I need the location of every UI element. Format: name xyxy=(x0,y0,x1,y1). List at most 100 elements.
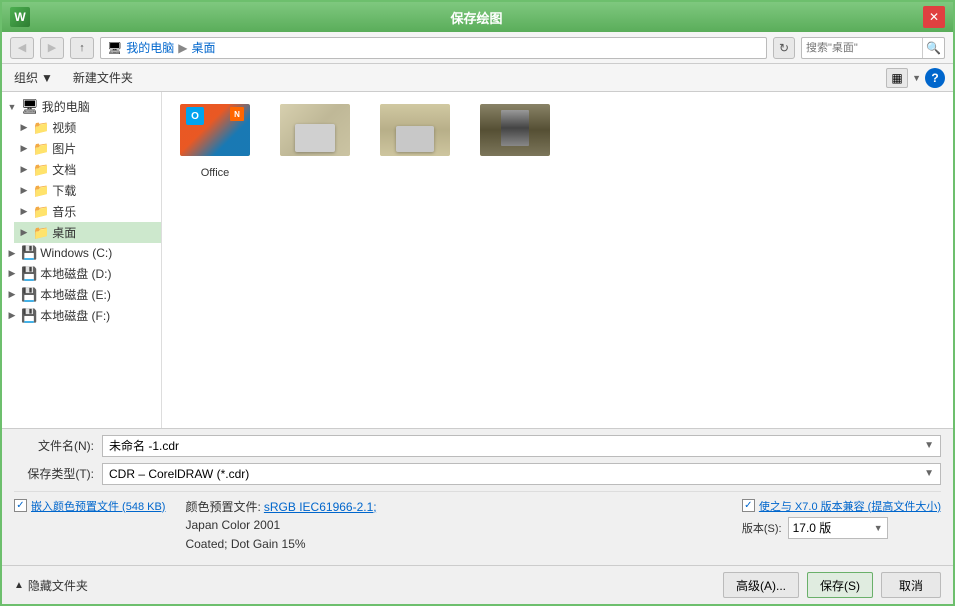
sidebar-item-music[interactable]: ▶ 📁 音乐 xyxy=(14,201,161,222)
filename-label: 文件名(N): xyxy=(14,437,94,454)
expand-music[interactable]: ▶ xyxy=(18,206,30,218)
locale-label: 本地磁盘 (E:) xyxy=(40,286,111,303)
action-bar: 组织 ▼ 新建文件夹 ▦ ▼ ? xyxy=(2,64,953,92)
sidebar-item-localf[interactable]: ▶ 💾 本地磁盘 (F:) xyxy=(2,305,161,326)
breadcrumb-desktop[interactable]: 桌面 xyxy=(191,39,215,56)
embed-group: 嵌入颜色预置文件 (548 KB) xyxy=(14,498,165,514)
advanced-button[interactable]: 高级(A)... xyxy=(723,572,799,598)
new-folder-button[interactable]: 新建文件夹 xyxy=(69,67,137,88)
computer-icon: 🖥 xyxy=(21,98,39,115)
sidebar-item-desktop[interactable]: ▶ 📁 桌面 xyxy=(14,222,161,243)
new-folder-label: 新建文件夹 xyxy=(73,69,133,86)
window-title: 保存绘图 xyxy=(30,8,923,27)
up-button[interactable]: ↑ xyxy=(70,37,94,59)
save-button[interactable]: 保存(S) xyxy=(807,572,873,598)
cancel-button[interactable]: 取消 xyxy=(881,572,941,598)
color-profile-area: 颜色预置文件: sRGB IEC61966-2.1; Japan Color 2… xyxy=(185,498,376,554)
color-profile-static: 颜色预置文件: xyxy=(185,500,260,514)
file-area[interactable]: O N Office xyxy=(162,92,953,428)
sidebar-item-locale[interactable]: ▶ 💾 本地磁盘 (E:) xyxy=(2,284,161,305)
view-arrow[interactable]: ▼ xyxy=(912,73,921,83)
version-select[interactable]: 17.0 版 ▼ xyxy=(788,517,888,539)
footer-bar: ▲ 隐藏文件夹 高级(A)... 保存(S) 取消 xyxy=(2,565,953,604)
version-value: 17.0 版 xyxy=(793,519,832,536)
docs-folder-icon: 📁 xyxy=(33,162,49,178)
sidebar-item-computer[interactable]: ▼ 🖥 我的电脑 xyxy=(2,96,161,117)
bottom-area: 文件名(N): 未命名 -1.cdr ▼ 保存类型(T): CDR – Core… xyxy=(2,428,953,566)
hide-folder-toggle[interactable]: ▲ 隐藏文件夹 xyxy=(14,577,88,594)
help-button[interactable]: ? xyxy=(925,68,945,88)
expand-computer[interactable]: ▼ xyxy=(6,101,18,113)
compat-group: 使之与 X7.0 版本兼容 (提高文件大小) 版本(S): 17.0 版 ▼ xyxy=(742,498,941,539)
embed-option[interactable]: 嵌入颜色预置文件 (548 KB) xyxy=(14,498,165,514)
sidebar: ▼ 🖥 我的电脑 ▶ 📁 视频 ▶ 📁 图片 ▶ 📁 文档 xyxy=(2,92,162,428)
hide-folder-arrow: ▲ xyxy=(14,580,24,591)
filename-row: 文件名(N): 未命名 -1.cdr ▼ xyxy=(14,435,941,457)
expand-locale[interactable]: ▶ xyxy=(6,289,18,301)
expand-images[interactable]: ▶ xyxy=(18,143,30,155)
video-label: 视频 xyxy=(52,119,76,136)
compat-checkbox[interactable] xyxy=(742,499,755,512)
color-profile-sub1: Japan Color 2001 xyxy=(185,518,280,532)
view-controls: ▦ ▼ ? xyxy=(886,68,945,88)
file-item-folder3[interactable] xyxy=(370,100,460,183)
images-label: 图片 xyxy=(52,140,76,157)
close-button[interactable]: ✕ xyxy=(923,6,945,28)
office-folder-icon: O N xyxy=(180,104,250,164)
locald-label: 本地磁盘 (D:) xyxy=(40,265,111,282)
locald-drive-icon: 💾 xyxy=(21,266,37,282)
filetype-row: 保存类型(T): CDR – CorelDRAW (*.cdr) ▼ xyxy=(14,463,941,485)
compat-option[interactable]: 使之与 X7.0 版本兼容 (提高文件大小) xyxy=(742,498,941,514)
expand-video[interactable]: ▶ xyxy=(18,122,30,134)
compat-label[interactable]: 使之与 X7.0 版本兼容 (提高文件大小) xyxy=(759,498,941,514)
sidebar-item-winc[interactable]: ▶ 💾 Windows (C:) xyxy=(2,243,161,263)
folder2-icon xyxy=(280,104,350,164)
expand-locald[interactable]: ▶ xyxy=(6,268,18,280)
version-row: 版本(S): 17.0 版 ▼ xyxy=(742,517,941,539)
sidebar-item-images[interactable]: ▶ 📁 图片 xyxy=(14,138,161,159)
save-dialog: W 保存绘图 ✕ ◀ ▶ ↑ 🖥 我的电脑 ▶ 桌面 ↻ 🔍 组织 ▼ 新建文件… xyxy=(0,0,955,606)
color-profile-value[interactable]: sRGB IEC61966-2.1; xyxy=(264,500,377,514)
expand-docs[interactable]: ▶ xyxy=(18,164,30,176)
winc-label: Windows (C:) xyxy=(40,246,112,260)
back-button[interactable]: ◀ xyxy=(10,37,34,59)
organize-button[interactable]: 组织 ▼ xyxy=(10,67,57,88)
music-folder-icon: 📁 xyxy=(33,204,49,220)
localf-label: 本地磁盘 (F:) xyxy=(40,307,110,324)
forward-button[interactable]: ▶ xyxy=(40,37,64,59)
address-toolbar: ◀ ▶ ↑ 🖥 我的电脑 ▶ 桌面 ↻ 🔍 xyxy=(2,32,953,64)
embed-label[interactable]: 嵌入颜色预置文件 (548 KB) xyxy=(31,498,165,514)
office-folder-name: Office xyxy=(201,167,230,179)
filename-input[interactable]: 未命名 -1.cdr ▼ xyxy=(102,435,941,457)
expand-downloads[interactable]: ▶ xyxy=(18,185,30,197)
breadcrumb[interactable]: 🖥 我的电脑 ▶ 桌面 xyxy=(100,37,767,59)
computer-icon-small: 🖥 xyxy=(107,41,122,55)
filetype-select[interactable]: CDR – CorelDRAW (*.cdr) ▼ xyxy=(102,463,941,485)
expand-winc[interactable]: ▶ xyxy=(6,247,18,259)
sidebar-item-video[interactable]: ▶ 📁 视频 xyxy=(14,117,161,138)
refresh-button[interactable]: ↻ xyxy=(773,37,795,59)
filename-value: 未命名 -1.cdr xyxy=(109,437,179,454)
window-icon: W xyxy=(10,7,30,27)
filetype-label: 保存类型(T): xyxy=(14,465,94,482)
locale-drive-icon: 💾 xyxy=(21,287,37,303)
breadcrumb-computer[interactable]: 我的电脑 xyxy=(126,39,174,56)
expand-localf[interactable]: ▶ xyxy=(6,310,18,322)
search-icon[interactable]: 🔍 xyxy=(922,38,944,58)
docs-label: 文档 xyxy=(52,161,76,178)
sidebar-item-docs[interactable]: ▶ 📁 文档 xyxy=(14,159,161,180)
view-button[interactable]: ▦ xyxy=(886,68,908,88)
main-area: ▼ 🖥 我的电脑 ▶ 📁 视频 ▶ 📁 图片 ▶ 📁 文档 xyxy=(2,92,953,428)
options-area: 嵌入颜色预置文件 (548 KB) 颜色预置文件: sRGB IEC61966-… xyxy=(14,491,941,560)
file-item-office[interactable]: O N Office xyxy=(170,100,260,183)
search-input[interactable] xyxy=(802,42,922,54)
winc-drive-icon: 💾 xyxy=(21,245,37,261)
embed-checkbox[interactable] xyxy=(14,499,27,512)
expand-desktop[interactable]: ▶ xyxy=(18,227,30,239)
sidebar-item-locald[interactable]: ▶ 💾 本地磁盘 (D:) xyxy=(2,263,161,284)
sidebar-item-downloads[interactable]: ▶ 📁 下载 xyxy=(14,180,161,201)
file-item-folder2[interactable] xyxy=(270,100,360,183)
filetype-value: CDR – CorelDRAW (*.cdr) xyxy=(109,467,249,481)
color-profile-sub2: Coated; Dot Gain 15% xyxy=(185,537,305,551)
file-item-folder4[interactable] xyxy=(470,100,560,183)
